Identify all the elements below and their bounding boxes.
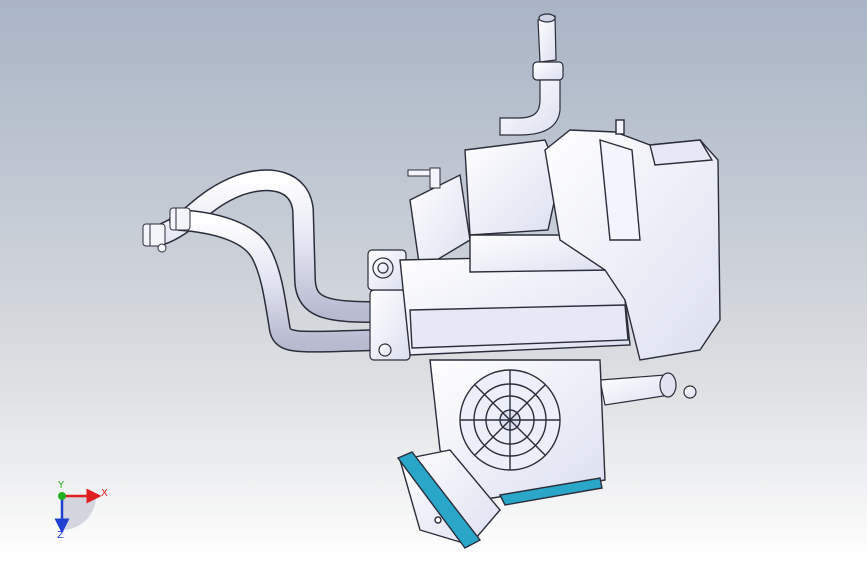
side-outlet-pipe [599, 372, 697, 406]
y-axis-dot [58, 492, 66, 500]
hvac-assembly-model[interactable] [0, 0, 867, 562]
top-inlet-tube [499, 13, 564, 136]
mounting-bolt [407, 167, 441, 189]
z-axis-label: Z [57, 530, 64, 541]
y-axis-label: Y [58, 480, 65, 491]
x-axis-label: X [101, 488, 108, 499]
cad-3d-viewport[interactable]: X Y Z [0, 0, 867, 562]
heater-hose-lower [169, 209, 391, 353]
